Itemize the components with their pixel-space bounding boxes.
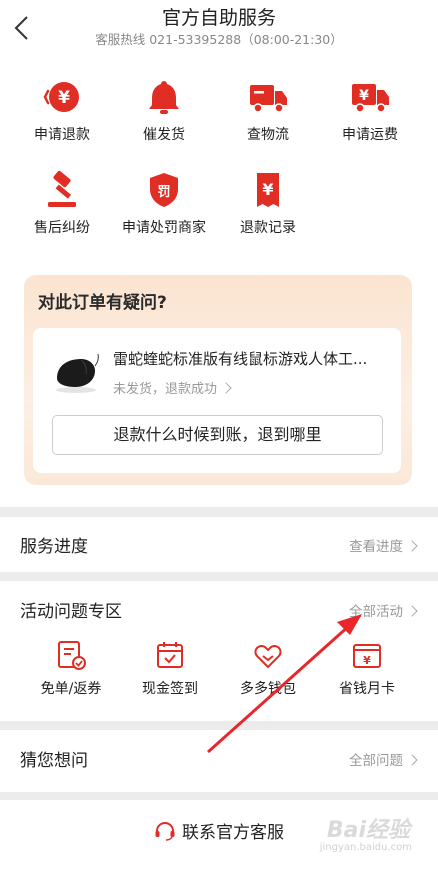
all-activities-label: 全部活动 (349, 604, 403, 620)
coupon-icon (58, 641, 86, 670)
question-card-title: 对此订单有疑问? (38, 293, 167, 313)
service-refund[interactable]: ¥ 申请退款 (7, 77, 117, 144)
service-grid: ¥ 申请退款 催发货 查物流 ¥ 申请运费 售后纠纷 罚 申请处罚商家 ¥ 退款… (0, 57, 438, 507)
page-title: 官方自助服务 (161, 7, 276, 29)
order-status-text: 未发货，退款成功 (113, 382, 218, 397)
chevron-right-icon (406, 754, 418, 766)
service-label: 催发货 (143, 127, 185, 143)
all-questions-label: 全部问题 (349, 753, 403, 769)
service-label: 申请退款 (34, 127, 90, 143)
bell-icon (149, 81, 179, 114)
guess-title: 猜您想问 (20, 751, 88, 771)
watermark-logo: Bai经验 (326, 818, 410, 843)
service-label: 售后纠纷 (34, 220, 90, 236)
money-card-icon: ¥ (353, 644, 381, 668)
activity-label: 多多钱包 (240, 681, 296, 697)
service-dispute[interactable]: 售后纠纷 (7, 170, 117, 237)
svg-text:罚: 罚 (157, 185, 170, 200)
watermark-url: jingyan.baidu.com (319, 842, 412, 853)
product-name[interactable]: 雷蛇蝰蛇标准版有线鼠标游戏人体工... (113, 348, 393, 369)
service-label: 退款记录 (240, 220, 296, 236)
svg-text:¥: ¥ (262, 180, 273, 199)
service-refund-record[interactable]: ¥ 退款记录 (213, 170, 323, 237)
product-mouse-image (56, 353, 99, 393)
wallet-heart-icon (254, 645, 282, 669)
headset-icon (155, 822, 175, 841)
service-label: 查物流 (247, 127, 289, 143)
order-status[interactable]: 未发货，退款成功 (113, 378, 232, 397)
svg-text:¥: ¥ (58, 88, 70, 108)
view-progress-label: 查看进度 (349, 539, 403, 555)
view-progress-link[interactable]: 查看进度 (349, 535, 418, 555)
refund-record-icon: ¥ (257, 173, 279, 207)
svg-text:¥: ¥ (359, 88, 369, 104)
service-freight[interactable]: ¥ 申请运费 (315, 77, 425, 144)
activity-label: 现金签到 (142, 681, 198, 697)
chevron-right-icon (406, 605, 418, 617)
hotline-text: 客服热线 021-53395288（08:00-21:30） (95, 32, 343, 47)
activity-monthly-card[interactable]: ¥ 省钱月卡 (317, 639, 417, 698)
activity-label: 免单/返券 (40, 681, 102, 697)
activity-free-order[interactable]: 免单/返券 (21, 639, 121, 698)
activity-section-title: 活动问题专区 (20, 602, 122, 622)
service-logistics[interactable]: 查物流 (213, 77, 323, 144)
service-label: 申请运费 (342, 127, 398, 143)
activity-wallet[interactable]: 多多钱包 (218, 639, 318, 698)
order-question-card: 对此订单有疑问? 雷蛇蝰蛇标准版有线鼠标游戏人体工... 未发货，退款成功 退款… (24, 275, 412, 485)
activity-cash-checkin[interactable]: 现金签到 (120, 639, 220, 698)
calendar-check-icon (157, 642, 183, 668)
header-bar: 官方自助服务 客服热线 021-53395288（08:00-21:30） (0, 0, 438, 57)
refund-icon: ¥ (43, 82, 79, 112)
service-progress-title: 服务进度 (20, 537, 88, 557)
service-urge-shipping[interactable]: 催发货 (109, 77, 219, 144)
gavel-icon (48, 170, 76, 207)
refund-question-button[interactable]: 退款什么时候到账，退到哪里 (52, 415, 383, 455)
service-progress-row[interactable]: 服务进度 查看进度 (0, 517, 438, 572)
activity-label: 省钱月卡 (339, 681, 395, 697)
svg-text:¥: ¥ (363, 654, 371, 667)
all-activities-link[interactable]: 全部活动 (349, 600, 418, 620)
chevron-right-icon (220, 382, 232, 394)
truck-icon (250, 85, 287, 113)
service-label: 申请处罚商家 (122, 220, 206, 236)
guess-questions-row[interactable]: 猜您想问 全部问题 (0, 730, 438, 792)
freight-icon: ¥ (352, 84, 389, 113)
order-product-box[interactable]: 雷蛇蝰蛇标准版有线鼠标游戏人体工... 未发货，退款成功 退款什么时候到账，退到… (33, 328, 401, 473)
contact-support-label: 联系官方客服 (182, 823, 284, 843)
all-questions-link[interactable]: 全部问题 (349, 749, 418, 769)
chevron-right-icon (406, 540, 418, 552)
activity-section: 活动问题专区 全部活动 免单/返券 现金签到 多多钱包 ¥ 省钱月卡 (0, 581, 438, 721)
penalty-shield-icon: 罚 (150, 173, 178, 207)
service-penalize-merchant[interactable]: 罚 申请处罚商家 (109, 170, 219, 237)
